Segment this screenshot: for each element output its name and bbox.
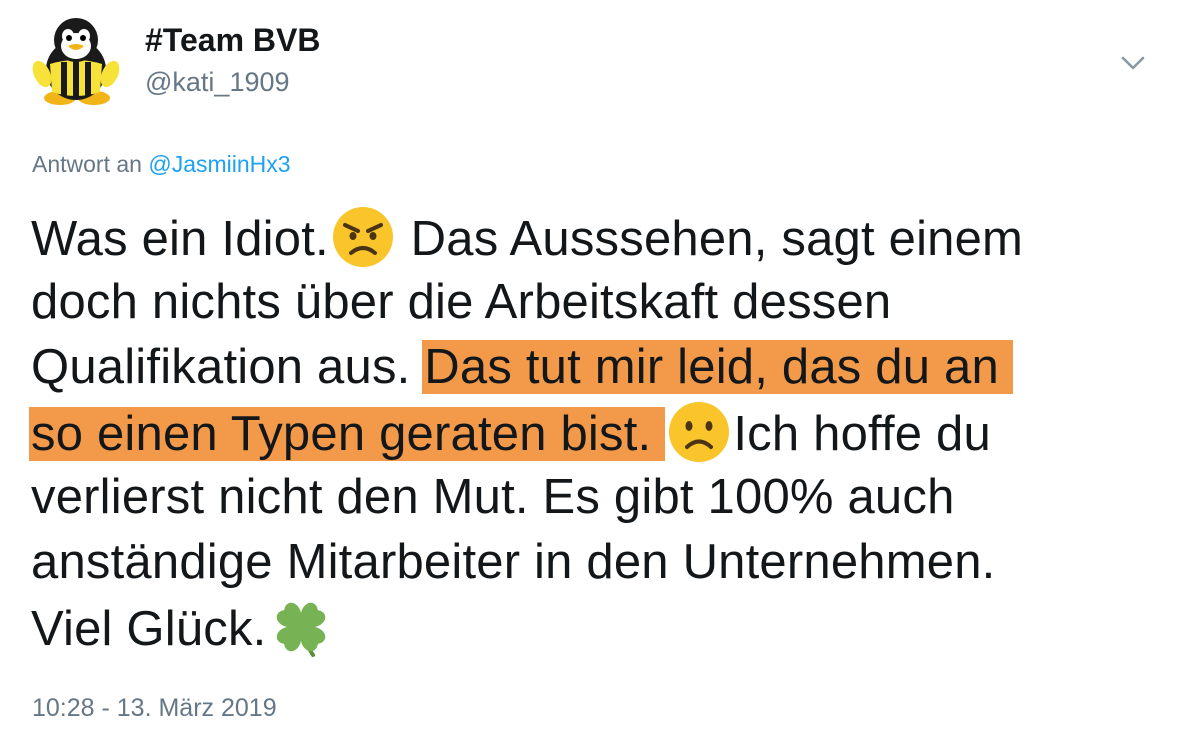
user-handle[interactable]: @kati_1909 [145, 66, 290, 98]
display-name[interactable]: #Team BVB [145, 22, 320, 58]
reply-mention-link[interactable]: @JasmiinHx3 [148, 151, 290, 177]
tweet-text-segment: Was ein Idiot. [31, 212, 329, 266]
penguin-bvb-avatar-icon [32, 18, 120, 105]
tweet-text-segment: Das Ausssehen, sagt einem [410, 212, 1024, 266]
four-leaf-clover-icon [269, 595, 333, 659]
avatar[interactable] [28, 12, 124, 108]
tweet-text-segment: Ich hoffe du [733, 407, 991, 461]
angry-face-icon [331, 205, 395, 269]
tweet-line: doch nichts über die Arbeitskaft dessen [31, 275, 892, 329]
tweet-line: Qualifikation aus. Das tut mir leid, das… [31, 335, 1161, 400]
tweet-line: Was ein Idiot. Das Ausssehen, sagt einem [31, 205, 1161, 270]
tweet-text-segment: Qualifikation aus. [31, 340, 425, 394]
reply-prefix: Antwort an [32, 151, 142, 177]
tweet-timestamp[interactable]: 10:28 - 13. März 2019 [32, 693, 277, 723]
highlighted-text: Das tut mir leid, das du an [422, 340, 1013, 394]
tweet-text: Was ein Idiot. Das Ausssehen, sagt einem… [29, 205, 1161, 660]
tweet-text-segment: Viel Glück. [31, 602, 267, 656]
tweet-line: anständige Mitarbeiter in den Unternehme… [31, 535, 996, 589]
chevron-down-icon[interactable] [1116, 48, 1150, 78]
highlighted-text: so einen Typen geraten bist. [29, 407, 666, 461]
tweet-line: verlierst nicht den Mut. Es gibt 100% au… [31, 470, 955, 524]
reply-context: Antwort an @JasmiinHx3 [32, 150, 291, 178]
tweet-line: Viel Glück. [31, 595, 1161, 660]
slightly-frowning-face-icon [667, 400, 731, 464]
tweet-line: so einen Typen geraten bist. Ich hoffe d… [29, 400, 1161, 465]
